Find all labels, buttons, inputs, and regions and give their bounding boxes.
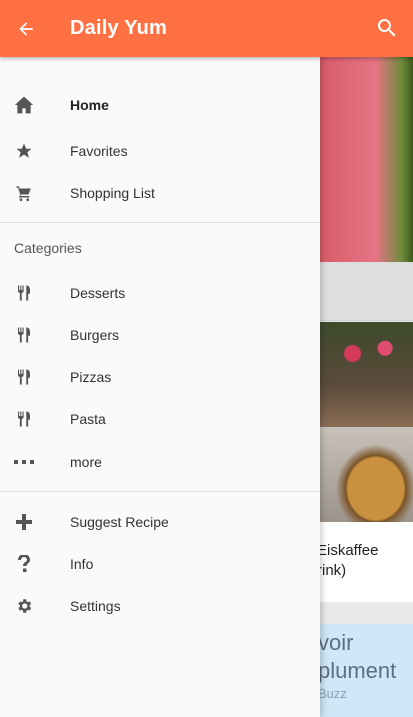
drawer-item-label: Pasta (70, 411, 106, 427)
navigation-drawer: Home Favorites Shopping List Categories … (0, 57, 320, 717)
plus-icon (14, 512, 34, 532)
restaurant-icon (14, 367, 34, 387)
drawer-item-home[interactable]: Home (0, 84, 320, 126)
search-icon[interactable] (375, 16, 399, 40)
drawer-item-label: Favorites (70, 143, 128, 159)
arrow-back-icon[interactable] (14, 17, 38, 41)
recipe-caption[interactable] (320, 262, 413, 321)
drawer-item-label: Burgers (70, 327, 120, 343)
gear-icon (14, 596, 34, 616)
drawer-item-label: Pizzas (70, 369, 112, 385)
drawer-item-favorites[interactable]: Favorites (0, 130, 320, 172)
more-horizontal-icon (14, 452, 34, 472)
drawer-item-desserts[interactable]: Desserts (0, 272, 320, 314)
question-icon (14, 554, 34, 574)
star-icon (14, 141, 34, 161)
recipe-feed: Eiskaffee rink) voir plument Buzz (320, 57, 413, 717)
drawer-item-suggest-recipe[interactable]: Suggest Recipe (0, 501, 320, 543)
recipe-image[interactable] (320, 427, 413, 522)
restaurant-icon (14, 283, 34, 303)
drawer-item-label: Settings (70, 598, 121, 614)
cart-icon (14, 183, 34, 203)
restaurant-icon (14, 409, 34, 429)
drawer-item-pasta[interactable]: Pasta (0, 398, 320, 440)
divider (0, 222, 320, 223)
app-title: Daily Yum (70, 17, 168, 39)
drawer-item-label: Desserts (70, 285, 126, 301)
ad-text: voir (320, 630, 354, 655)
ad-banner[interactable]: voir plument Buzz (320, 624, 413, 717)
restaurant-icon (14, 325, 34, 345)
recipe-title-line: rink) (320, 562, 347, 579)
divider (0, 491, 320, 492)
recipe-caption[interactable]: Eiskaffee rink) (320, 522, 413, 602)
drawer-item-label: Info (70, 556, 94, 572)
drawer-item-label: Shopping List (70, 185, 155, 201)
app-bar: Daily Yum (0, 0, 413, 57)
drawer-item-more[interactable]: more (0, 441, 320, 483)
drawer-item-info[interactable]: Info (0, 543, 320, 585)
drawer-item-pizzas[interactable]: Pizzas (0, 356, 320, 398)
drawer-item-label: Home (70, 97, 109, 113)
drawer-item-settings[interactable]: Settings (0, 585, 320, 627)
ad-text: Buzz (320, 686, 347, 701)
recipe-title-line: Eiskaffee (320, 542, 379, 559)
recipe-image[interactable] (320, 57, 413, 262)
recipe-image[interactable] (320, 322, 413, 427)
categories-header: Categories (14, 240, 82, 256)
ad-text: plument (320, 658, 397, 683)
home-icon (14, 95, 34, 115)
drawer-item-label: Suggest Recipe (70, 514, 169, 530)
drawer-item-shopping-list[interactable]: Shopping List (0, 172, 320, 214)
drawer-item-label: more (70, 454, 102, 470)
drawer-item-burgers[interactable]: Burgers (0, 314, 320, 356)
